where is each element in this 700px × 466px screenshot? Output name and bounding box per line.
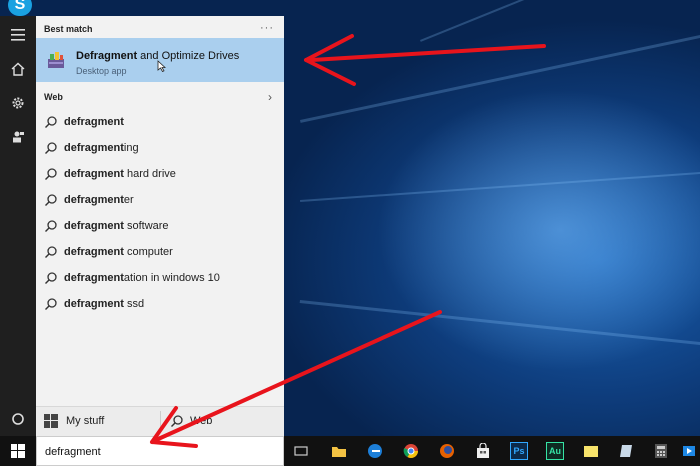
taskbar: defragment Ps Au (0, 436, 700, 466)
web-suggestion[interactable]: defragmentation in windows 10 (36, 265, 284, 291)
suggestion-text: defragmentation in windows 10 (64, 272, 220, 284)
windows-logo-icon (44, 414, 58, 428)
sticky-notes-icon[interactable] (582, 442, 600, 460)
light-beam (299, 300, 700, 347)
calculator-icon[interactable] (652, 442, 670, 460)
hamburger-icon[interactable] (0, 18, 36, 52)
suggestion-text: defragment (64, 116, 124, 128)
store-icon[interactable] (474, 442, 492, 460)
start-button[interactable] (0, 436, 36, 466)
firefox-icon[interactable] (438, 442, 456, 460)
light-beam (420, 0, 699, 42)
best-match-type: Desktop app (76, 66, 127, 76)
settings-icon[interactable] (0, 86, 36, 120)
web-suggestion[interactable]: defragmenting (36, 135, 284, 161)
file-explorer-icon[interactable] (330, 442, 348, 460)
photoshop-icon[interactable]: Ps (510, 442, 528, 460)
web-suggestion[interactable]: defragment ssd (36, 291, 284, 317)
suggestion-text: defragment software (64, 220, 169, 232)
web-heading: Web (44, 92, 63, 102)
defrag-drives-icon (48, 52, 64, 68)
edge-icon[interactable] (366, 442, 384, 460)
suggestion-text: defragmenting (64, 142, 139, 154)
start-rail (0, 16, 36, 436)
task-view-icon[interactable] (292, 442, 310, 460)
search-input[interactable]: defragment (36, 436, 284, 466)
search-icon (45, 194, 57, 206)
suggestion-text: defragment ssd (64, 298, 145, 310)
web-suggestion[interactable]: defragmenter (36, 187, 284, 213)
suggestion-text: defragment hard drive (64, 168, 176, 180)
more-options-icon[interactable]: ··· (260, 22, 274, 34)
search-icon (45, 142, 57, 154)
light-beam (300, 170, 700, 202)
search-icon (171, 415, 183, 427)
feedback-icon[interactable] (0, 120, 36, 154)
suggestion-text: defragmenter (64, 194, 134, 206)
cortana-icon[interactable] (0, 402, 36, 436)
audition-icon[interactable]: Au (546, 442, 564, 460)
web-suggestion[interactable]: defragment computer (36, 239, 284, 265)
search-icon (45, 246, 57, 258)
search-icon (45, 116, 57, 128)
search-results-panel: Best match ··· Defragment and Optimize D… (36, 16, 284, 408)
app-icon[interactable] (618, 442, 636, 460)
web-suggestion[interactable]: defragment software (36, 213, 284, 239)
suggestion-text: defragment computer (64, 246, 173, 258)
chrome-icon[interactable] (402, 442, 420, 460)
search-icon (45, 298, 57, 310)
search-icon (45, 220, 57, 232)
search-query: defragment (45, 446, 101, 458)
search-icon (45, 272, 57, 284)
web-scope-label: Web (190, 415, 213, 427)
mouse-cursor-icon (157, 60, 167, 75)
best-match-result[interactable]: Defragment and Optimize Drives Desktop a… (36, 38, 284, 82)
my-stuff-label: My stuff (66, 415, 105, 427)
web-scope-button[interactable]: Web (170, 407, 212, 435)
web-suggestion[interactable]: defragment (36, 109, 284, 135)
web-suggestion[interactable]: defragment hard drive (36, 161, 284, 187)
my-stuff-button[interactable]: My stuff (44, 407, 104, 435)
movies-icon[interactable] (680, 442, 698, 460)
search-scope-bar: My stuff Web (36, 406, 284, 436)
home-icon[interactable] (0, 52, 36, 86)
best-match-heading: Best match (44, 24, 93, 34)
windows-logo-icon (11, 444, 25, 458)
search-icon (45, 168, 57, 180)
scope-divider (160, 411, 161, 431)
chevron-right-icon[interactable]: › (268, 90, 272, 104)
light-beam (300, 32, 700, 123)
